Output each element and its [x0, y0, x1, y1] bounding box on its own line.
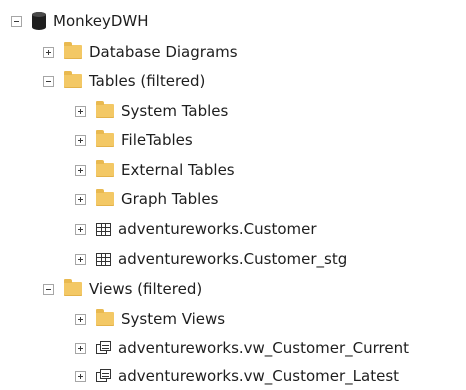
- view-icon: [96, 369, 111, 383]
- collapse-toggle-icon[interactable]: [43, 75, 54, 87]
- collapse-toggle-icon[interactable]: [43, 283, 54, 295]
- view-icon: [96, 341, 111, 355]
- folder-icon: [64, 71, 82, 88]
- database-icon: [32, 12, 46, 30]
- tree-node-external-tables[interactable]: External Tables: [75, 156, 235, 184]
- tree-node-label: System Views: [121, 310, 226, 328]
- tree-node-database-diagrams[interactable]: Database Diagrams: [43, 38, 238, 66]
- folder-icon: [96, 189, 114, 206]
- folder-icon: [64, 42, 82, 59]
- tree-node-system-views[interactable]: System Views: [75, 305, 225, 333]
- expand-toggle-icon[interactable]: [75, 134, 86, 146]
- expand-toggle-icon[interactable]: [75, 193, 86, 205]
- tree-node-view-customer-latest[interactable]: adventureworks.vw_Customer_Latest: [75, 362, 399, 390]
- tree-node-label: adventureworks.Customer: [118, 220, 317, 238]
- expand-toggle-icon[interactable]: [43, 46, 54, 58]
- tree-node-label: FileTables: [121, 131, 193, 149]
- object-explorer-tree: MonkeyDWH Database Diagrams Tables (filt…: [0, 0, 466, 385]
- tree-node-graph-tables[interactable]: Graph Tables: [75, 185, 218, 213]
- collapse-toggle-icon[interactable]: [11, 15, 22, 27]
- tree-node-label: adventureworks.vw_Customer_Latest: [118, 367, 400, 385]
- tree-node-table-customer[interactable]: adventureworks.Customer: [75, 215, 317, 243]
- tree-node-system-tables[interactable]: System Tables: [75, 97, 228, 125]
- folder-icon: [64, 279, 82, 296]
- tree-node-database[interactable]: MonkeyDWH: [11, 7, 149, 35]
- tree-node-label: adventureworks.vw_Customer_Current: [118, 339, 410, 357]
- tree-node-label: System Tables: [121, 102, 229, 120]
- tree-node-label: adventureworks.Customer_stg: [118, 250, 348, 268]
- tree-node-tables[interactable]: Tables (filtered): [43, 67, 205, 95]
- expand-toggle-icon[interactable]: [75, 313, 86, 325]
- tree-node-views[interactable]: Views (filtered): [43, 275, 202, 303]
- tree-node-label: Tables (filtered): [89, 72, 206, 90]
- tree-node-label: Views (filtered): [89, 280, 203, 298]
- folder-icon: [96, 101, 114, 118]
- expand-toggle-icon[interactable]: [75, 223, 86, 235]
- tree-node-label: MonkeyDWH: [53, 12, 149, 30]
- tree-node-filetables[interactable]: FileTables: [75, 126, 193, 154]
- folder-icon: [96, 160, 114, 177]
- tree-node-label: Graph Tables: [121, 190, 219, 208]
- expand-toggle-icon[interactable]: [75, 105, 86, 117]
- folder-icon: [96, 309, 114, 326]
- tree-node-table-customer-stg[interactable]: adventureworks.Customer_stg: [75, 245, 347, 273]
- folder-icon: [96, 130, 114, 147]
- expand-toggle-icon[interactable]: [75, 164, 86, 176]
- expand-toggle-icon[interactable]: [75, 253, 86, 265]
- expand-toggle-icon[interactable]: [75, 370, 86, 382]
- table-icon: [96, 252, 111, 266]
- expand-toggle-icon[interactable]: [75, 342, 86, 354]
- tree-node-label: Database Diagrams: [89, 43, 238, 61]
- tree-node-label: External Tables: [121, 161, 235, 179]
- tree-node-view-customer-current[interactable]: adventureworks.vw_Customer_Current: [75, 334, 409, 362]
- table-icon: [96, 222, 111, 236]
